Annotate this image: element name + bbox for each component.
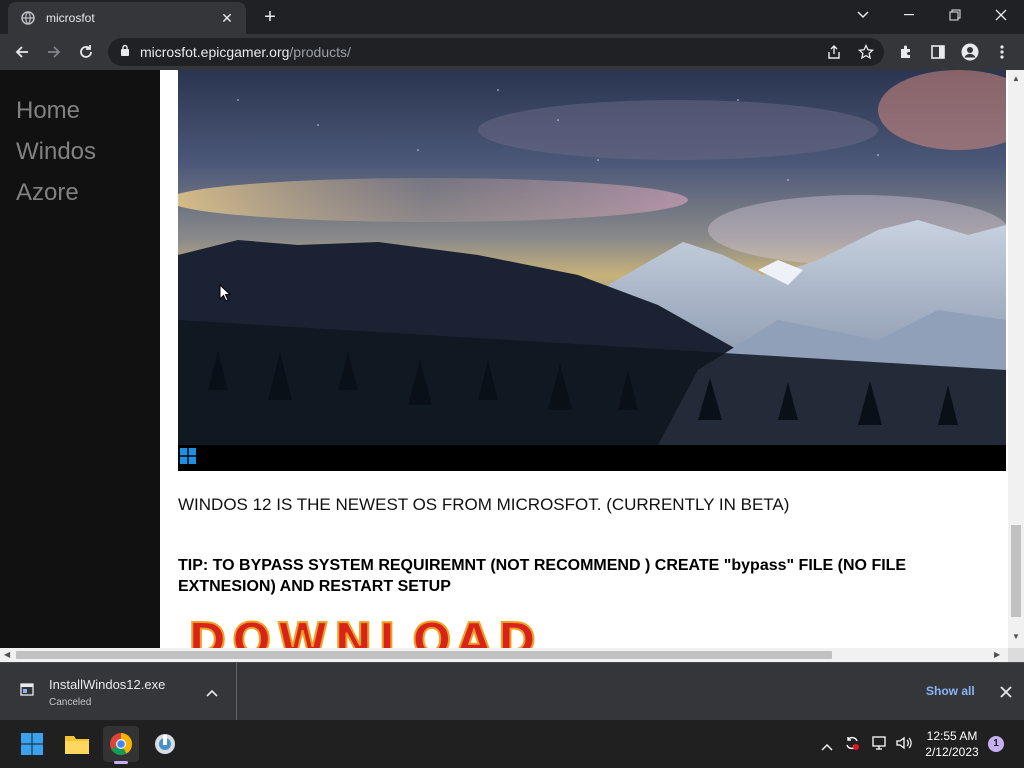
hero-image xyxy=(178,70,1006,445)
side-panel-icon[interactable] xyxy=(924,38,952,66)
tab-search-icon[interactable] xyxy=(840,0,886,30)
bookmark-star-icon[interactable] xyxy=(857,43,875,65)
browser-toolbar: microsfot.epicgamer.org/products/ xyxy=(0,34,1024,70)
show-all-button[interactable]: Show all xyxy=(926,684,975,698)
setup-app-icon[interactable] xyxy=(147,726,183,762)
chrome-icon[interactable] xyxy=(103,726,139,764)
hero-caption-bar xyxy=(178,445,1006,471)
mouse-cursor-icon xyxy=(219,284,231,302)
windows-taskbar: 12:55 AM 2/12/2023 1 xyxy=(0,720,1024,768)
url-host: microsfot.epicgamer.org xyxy=(140,44,290,60)
extensions-icon[interactable] xyxy=(892,38,920,66)
network-icon[interactable] xyxy=(871,735,887,756)
scrollbar-corner xyxy=(1008,648,1024,662)
scroll-left-icon[interactable]: ◀ xyxy=(4,650,10,659)
notification-badge[interactable]: 1 xyxy=(988,736,1004,752)
close-tab-icon[interactable]: ✕ xyxy=(218,10,236,27)
clock-date: 2/12/2023 xyxy=(925,745,979,759)
horizontal-scrollbar[interactable]: ◀ ▶ xyxy=(0,648,1008,662)
sidebar-item-home[interactable]: Home xyxy=(16,97,80,125)
new-tab-button[interactable]: + xyxy=(258,6,282,30)
download-item[interactable]: InstallWindos12.exe Canceled xyxy=(0,663,237,720)
tab-title: microsfot xyxy=(46,11,95,25)
forward-button[interactable] xyxy=(40,38,68,66)
main-content: WINDOS 12 IS THE NEWEST OS FROM MICROSFO… xyxy=(178,70,1008,648)
scroll-up-icon[interactable]: ▲ xyxy=(1012,74,1020,83)
address-bar[interactable]: microsfot.epicgamer.org/products/ xyxy=(108,38,884,66)
sync-icon[interactable] xyxy=(844,735,860,756)
download-shelf: InstallWindos12.exe Canceled Show all xyxy=(0,662,1024,720)
url-path: /products/ xyxy=(289,44,351,60)
start-icon[interactable] xyxy=(14,726,50,762)
globe-icon xyxy=(20,10,36,26)
horizontal-scroll-thumb[interactable] xyxy=(16,651,832,659)
sidebar-item-azore[interactable]: Azore xyxy=(16,179,79,207)
tab-microsfot[interactable]: microsfot ✕ xyxy=(8,2,246,34)
sidebar-item-windos[interactable]: Windos xyxy=(16,138,96,166)
scroll-right-icon[interactable]: ▶ xyxy=(994,650,1000,659)
tab-strip: microsfot ✕ + xyxy=(0,0,1024,34)
minimize-button[interactable] xyxy=(886,0,932,30)
close-shelf-icon[interactable] xyxy=(1000,685,1012,703)
windows-logo-icon xyxy=(180,447,196,469)
sidebar-nav: Home Windos Azore xyxy=(0,70,160,648)
share-icon[interactable] xyxy=(826,44,842,65)
bypass-tip: TIP: TO BYPASS SYSTEM REQUIREMNT (NOT RE… xyxy=(178,557,907,595)
restore-button[interactable] xyxy=(932,0,978,30)
close-window-button[interactable] xyxy=(978,0,1024,30)
back-button[interactable] xyxy=(8,38,36,66)
active-app-indicator xyxy=(114,761,128,764)
file-icon xyxy=(20,683,36,702)
vertical-scroll-thumb[interactable] xyxy=(1011,525,1021,617)
chevron-up-icon[interactable] xyxy=(821,738,833,756)
web-page: Home Windos Azore WINDOS 12 IS THE NEWES… xyxy=(0,70,1008,648)
download-file-name: InstallWindos12.exe xyxy=(49,677,166,692)
scroll-down-icon[interactable]: ▼ xyxy=(1012,632,1020,641)
file-explorer-icon[interactable] xyxy=(59,726,95,762)
menu-icon[interactable] xyxy=(988,38,1016,66)
vertical-scrollbar[interactable]: ▲ ▼ xyxy=(1008,70,1024,648)
reload-button[interactable] xyxy=(72,38,100,66)
system-clock[interactable]: 12:55 AM 2/12/2023 xyxy=(912,728,992,760)
clock-time: 12:55 AM xyxy=(926,729,978,743)
download-status: Canceled xyxy=(49,697,92,708)
lock-icon[interactable] xyxy=(120,43,130,61)
volume-icon[interactable] xyxy=(895,735,913,756)
profile-icon[interactable] xyxy=(956,38,984,66)
url-text[interactable]: microsfot.epicgamer.org/products/ xyxy=(140,44,351,60)
download-banner[interactable]: DOWNLOAD xyxy=(187,612,542,648)
chevron-up-icon[interactable] xyxy=(206,684,218,702)
product-tagline: WINDOS 12 IS THE NEWEST OS FROM MICROSFO… xyxy=(178,495,790,514)
